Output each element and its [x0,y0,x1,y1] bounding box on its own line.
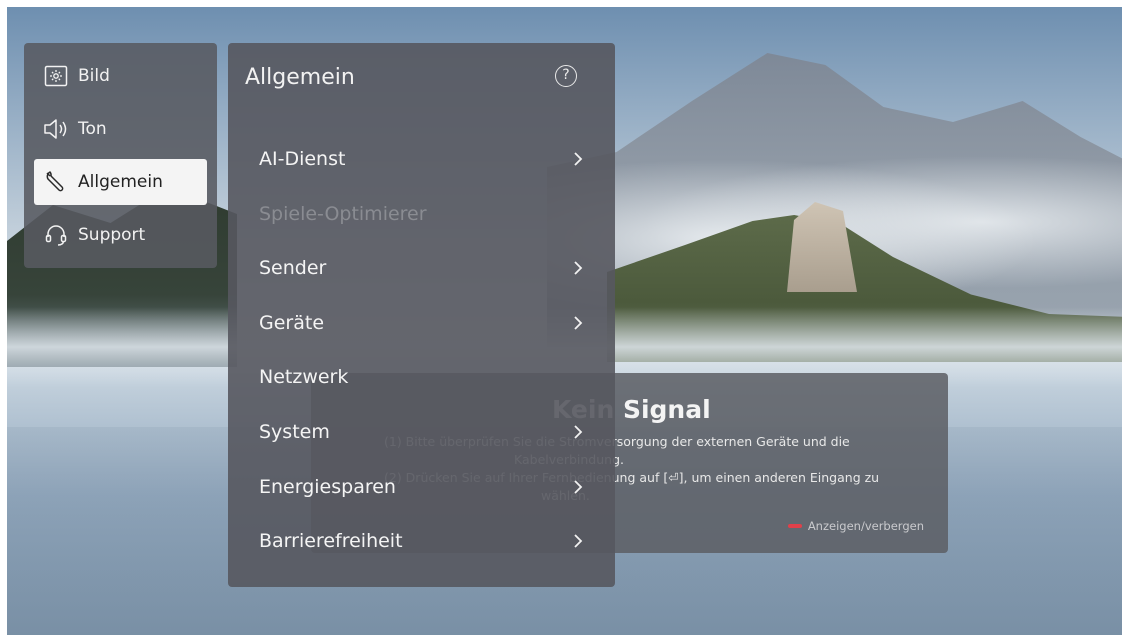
category-label: Bild [78,66,110,86]
panel-title: Allgemein [245,65,355,90]
category-item-bild[interactable]: Bild [34,53,207,99]
menu-item-label: System [259,421,330,443]
chevron-right-icon [572,534,584,548]
menu-item-spiele-optimierer: Spiele-Optimierer [259,194,584,234]
menu-item-label: Barrierefreiheit [259,530,403,552]
category-label: Support [78,225,146,245]
menu-item-label: Spiele-Optimierer [259,203,427,225]
red-button-icon [787,524,802,528]
show-hide-label: Anzeigen/verbergen [807,519,924,533]
menu-item-netzwerk[interactable]: Netzwerk [259,357,584,397]
menu-item-label: Netzwerk [259,366,349,388]
settings-panel-allgemein: Allgemein ? AI-Dienst Spiele-Optimierer … [228,43,615,587]
help-icon[interactable]: ? [555,65,577,87]
category-item-allgemein[interactable]: Allgemein [34,159,207,205]
menu-item-energiesparen[interactable]: Energiesparen [259,467,584,507]
show-hide-hint: Anzeigen/verbergen [787,519,924,533]
category-item-support[interactable]: Support [34,212,207,258]
chevron-right-icon [572,316,584,330]
menu-item-sender[interactable]: Sender [259,248,584,288]
category-label: Allgemein [78,172,163,192]
menu-item-label: Sender [259,257,327,279]
chevron-right-icon [572,480,584,494]
speaker-icon [42,117,70,141]
chevron-right-icon [572,425,584,439]
menu-item-geraete[interactable]: Geräte [259,303,584,343]
category-item-ton[interactable]: Ton [34,106,207,152]
picture-icon [42,64,70,88]
menu-item-ai-dienst[interactable]: AI-Dienst [259,139,584,179]
menu-item-system[interactable]: System [259,412,584,452]
settings-category-menu: Bild Ton Allgemein Support [24,43,217,268]
menu-item-label: Geräte [259,312,325,334]
chevron-right-icon [572,152,584,166]
wrench-icon [42,170,70,194]
headset-icon [42,223,70,247]
tv-screen: Bild Ton Allgemein Support Kein Signal (… [7,7,1122,635]
chevron-right-icon [572,261,584,275]
menu-item-barrierefreiheit[interactable]: Barrierefreiheit [259,521,584,561]
menu-item-label: AI-Dienst [259,148,346,170]
category-label: Ton [78,119,107,139]
menu-item-label: Energiesparen [259,476,396,498]
